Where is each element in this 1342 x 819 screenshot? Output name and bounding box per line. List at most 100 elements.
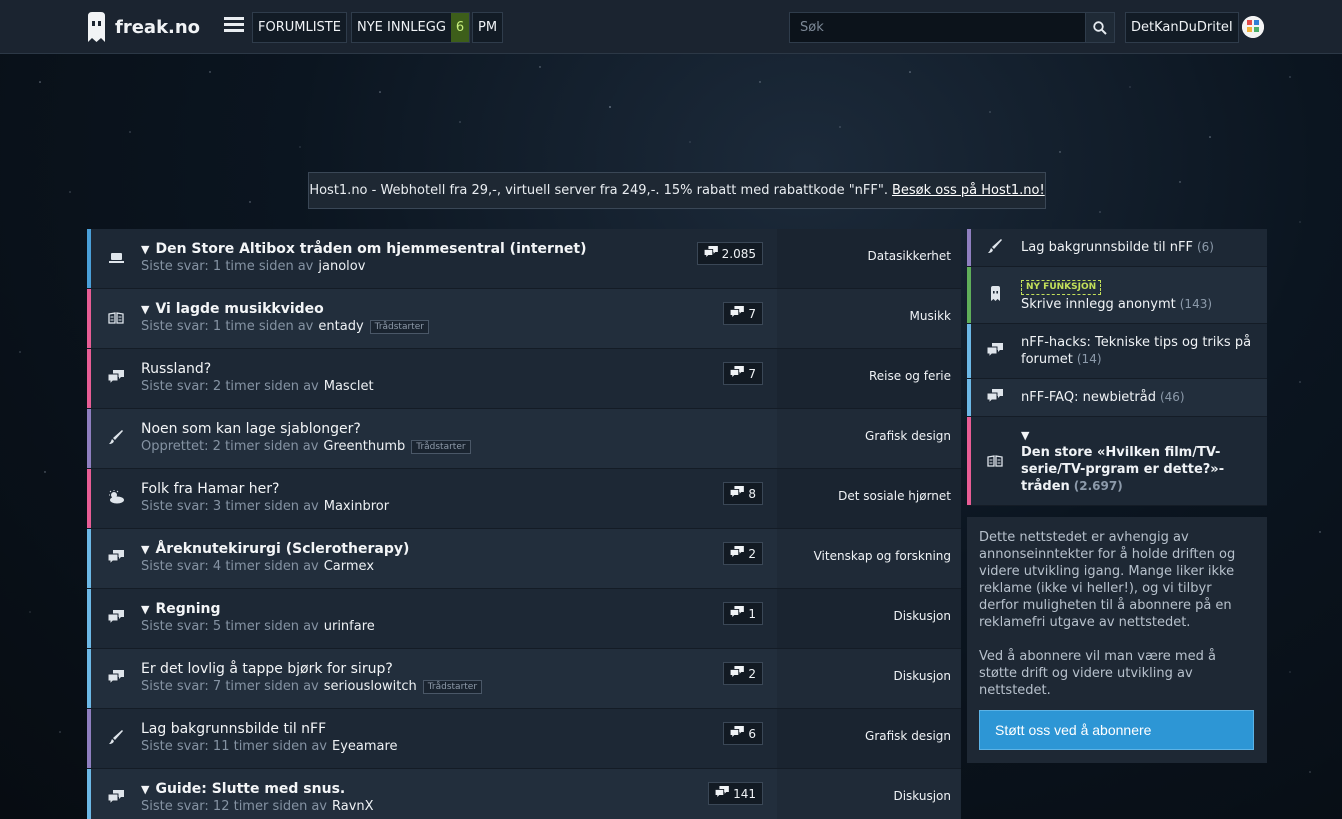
category-label[interactable]: Vitenskap og forskning — [814, 549, 951, 563]
category-label[interactable]: Grafisk design — [865, 429, 951, 443]
thread-user[interactable]: janolov — [318, 259, 365, 274]
thread-title-text[interactable]: Folk fra Hamar her? — [141, 481, 279, 497]
thread-meta: Siste svar: 7 timer siden av seriouslowitc… — [141, 679, 777, 694]
book-icon — [108, 309, 124, 328]
thread-title[interactable]: Folk fra Hamar her? — [141, 481, 777, 497]
thread-title[interactable]: Noen som kan lage sjablonger? — [141, 421, 777, 437]
thread-title-text[interactable]: Vi lagde musikkvideo — [155, 301, 323, 317]
category-label[interactable]: Grafisk design — [865, 729, 951, 743]
thread-row[interactable]: Er det lovlig å tappe bjørk for sirup? Si… — [87, 649, 961, 709]
thread-type-icon-cell — [91, 469, 141, 528]
weather-icon — [107, 489, 125, 508]
thread-row[interactable]: ▼ Vi lagde musikkvideo Siste svar: 1 time … — [87, 289, 961, 349]
sidebar-item-label[interactable]: Skrive innlegg anonymt — [1021, 297, 1176, 312]
thread-last-reply: Opprettet: 2 timer siden — [141, 439, 299, 454]
thread-title[interactable]: ▼ Åreknutekirurgi (Sclerotherapy) — [141, 541, 777, 557]
sidebar-item[interactable]: nFF-FAQ: newbietråd (46) — [967, 379, 1267, 417]
nav-forumliste-button[interactable]: FORUMLISTE — [252, 12, 347, 43]
thread-main: Russland? Siste svar: 2 timer siden av Masc… — [141, 349, 777, 408]
replies-icon — [730, 726, 745, 741]
thread-user[interactable]: Greenthumb — [323, 439, 405, 454]
category-link[interactable]: Grafisk design — [865, 429, 951, 449]
site-logo[interactable]: freak.no — [86, 12, 200, 42]
thread-row[interactable]: ▼ Åreknutekirurgi (Sclerotherapy) Siste sv… — [87, 529, 961, 589]
category-label[interactable]: Diskusjon — [893, 789, 951, 803]
category-link[interactable]: Reise og ferie — [869, 369, 951, 389]
sidebar-item[interactable]: nFF-hacks: Tekniske tips og triks på for… — [967, 324, 1267, 379]
ad-link[interactable]: Besøk oss på Host1.no! — [892, 183, 1045, 198]
chat-icon — [107, 549, 124, 568]
thread-title[interactable]: Russland? — [141, 361, 777, 377]
thread-title-text[interactable]: Åreknutekirurgi (Sclerotherapy) — [155, 541, 409, 557]
thread-row[interactable]: ▼ Guide: Slutte med snus. Siste svar: 12 t… — [87, 769, 961, 819]
thread-title[interactable]: ▼ Den Store Altibox tråden om hjemmesentr… — [141, 241, 777, 257]
thread-title[interactable]: Er det lovlig å tappe bjørk for sirup? — [141, 661, 777, 677]
category-link[interactable]: Diskusjon — [893, 609, 951, 629]
thread-title-text[interactable]: Den Store Altibox tråden om hjemmesentra… — [155, 241, 586, 257]
menu-hamburger-icon[interactable] — [224, 17, 244, 35]
category-label[interactable]: Diskusjon — [893, 669, 951, 683]
thread-title[interactable]: Lag bakgrunnsbilde til nFF — [141, 721, 777, 737]
thread-title[interactable]: ▼ Vi lagde musikkvideo — [141, 301, 777, 317]
thread-user[interactable]: Carmex — [324, 559, 374, 574]
thread-row[interactable]: Noen som kan lage sjablonger? Opprettet: … — [87, 409, 961, 469]
avatar[interactable] — [1242, 16, 1264, 38]
category-link[interactable]: Diskusjon — [893, 669, 951, 689]
sidebar-item[interactable]: ▼ Den store «Hvilken film/TV-serie/TV-prg… — [967, 417, 1267, 506]
thread-type-icon-cell — [91, 529, 141, 588]
thread-row[interactable]: ▼ Den Store Altibox tråden om hjemmesentr… — [87, 229, 961, 289]
sidebar-item[interactable]: Lag bakgrunnsbilde til nFF (6) — [967, 229, 1267, 267]
username-label: DetKanDuDriteI — [1131, 20, 1233, 35]
thread-user[interactable]: Eyeamare — [332, 739, 398, 754]
category-label[interactable]: Datasikkerhet — [867, 249, 951, 263]
subscribe-button[interactable]: Støtt oss ved å abonnere — [979, 710, 1254, 750]
category-cell: Diskusjon — [777, 649, 961, 708]
reply-count: 1 — [748, 606, 756, 621]
thread-user[interactable]: seriouslowitch — [324, 679, 417, 694]
new-feature-badge: NY FUNKSJON — [1021, 280, 1102, 295]
user-menu-button[interactable]: DetKanDuDriteI — [1125, 12, 1239, 43]
sidebar-item-label[interactable]: nFF-FAQ: newbietråd — [1021, 390, 1156, 405]
thread-title-text[interactable]: Russland? — [141, 361, 211, 377]
category-label[interactable]: Musikk — [910, 309, 951, 323]
sidebar-item-label[interactable]: Lag bakgrunnsbilde til nFF — [1021, 240, 1193, 255]
thread-title[interactable]: ▼ Guide: Slutte med snus. — [141, 781, 777, 797]
category-link[interactable]: Musikk — [910, 309, 951, 329]
category-link[interactable]: Grafisk design — [865, 729, 951, 749]
category-cell: Diskusjon — [777, 589, 961, 648]
thread-title[interactable]: ▼ Regning — [141, 601, 777, 617]
thread-user[interactable]: RavnX — [332, 799, 374, 814]
thread-user[interactable]: Maxinbror — [324, 499, 389, 514]
thread-row[interactable]: Russland? Siste svar: 2 timer siden av Masc… — [87, 349, 961, 409]
thread-main: Noen som kan lage sjablonger? Opprettet: … — [141, 409, 777, 468]
search-input[interactable] — [790, 13, 1085, 42]
thread-row[interactable]: Lag bakgrunnsbilde til nFF Siste svar: 11… — [87, 709, 961, 769]
sidebar-item-label[interactable]: nFF-hacks: Tekniske tips og triks på for… — [1021, 335, 1251, 367]
thread-title-text[interactable]: Noen som kan lage sjablonger? — [141, 421, 361, 437]
category-label[interactable]: Reise og ferie — [869, 369, 951, 383]
nav-pm-button[interactable]: PM — [472, 12, 504, 43]
thread-row[interactable]: ▼ Regning Siste svar: 5 timer siden av urinf… — [87, 589, 961, 649]
category-label[interactable]: Diskusjon — [893, 609, 951, 623]
category-link[interactable]: Vitenskap og forskning — [814, 549, 951, 569]
category-link[interactable]: Datasikkerhet — [867, 249, 951, 269]
unread-triangle-icon: ▼ — [141, 602, 150, 616]
thread-row[interactable]: Folk fra Hamar her? Siste svar: 3 timer s… — [87, 469, 961, 529]
sidebar-item[interactable]: NY FUNKSJON Skrive innlegg anonymt (143) — [967, 267, 1267, 324]
nav-nye-innlegg-button[interactable]: NYE INNLEGG 6 — [351, 12, 471, 43]
thread-title-text[interactable]: Lag bakgrunnsbilde til nFF — [141, 721, 326, 737]
sidebar-icon-cell — [971, 379, 1019, 416]
thread-user[interactable]: entady — [318, 319, 363, 334]
category-link[interactable]: Diskusjon — [893, 789, 951, 809]
category-label[interactable]: Det sosiale hjørnet — [838, 489, 951, 503]
category-link[interactable]: Det sosiale hjørnet — [838, 489, 951, 509]
thread-user[interactable]: urinfare — [324, 619, 375, 634]
thread-title-text[interactable]: Guide: Slutte med snus. — [155, 781, 345, 797]
chat-icon — [107, 669, 124, 688]
thread-title-text[interactable]: Regning — [155, 601, 220, 617]
thread-title-text[interactable]: Er det lovlig å tappe bjørk for sirup? — [141, 661, 393, 677]
thread-type-icon-cell — [91, 709, 141, 768]
reply-count: 7 — [748, 366, 756, 381]
thread-user[interactable]: Masclet — [324, 379, 374, 394]
search-button[interactable] — [1085, 13, 1114, 42]
